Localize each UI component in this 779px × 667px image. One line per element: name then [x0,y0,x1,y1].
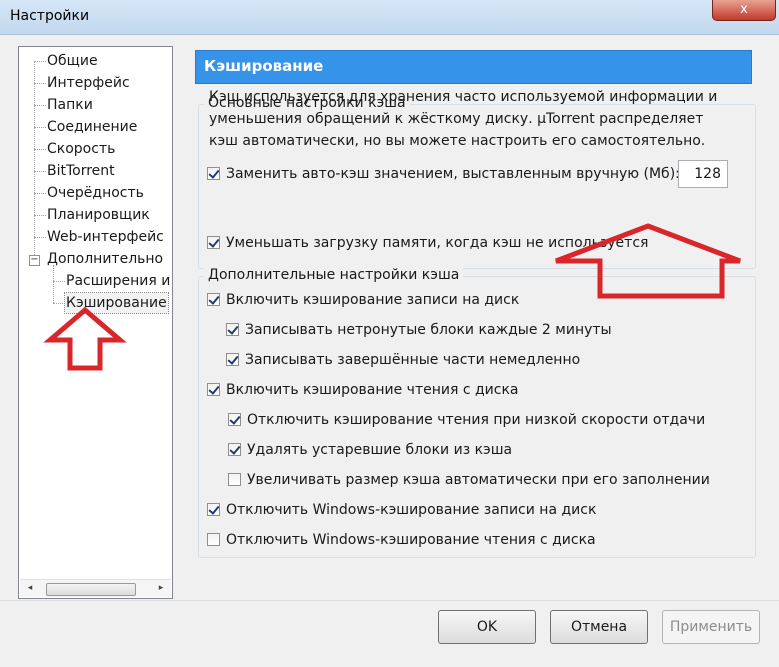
annotation-arrow-up-left [43,306,127,371]
annotation-arrow-up-right [555,223,741,299]
annotation-overlay [43,223,741,371]
